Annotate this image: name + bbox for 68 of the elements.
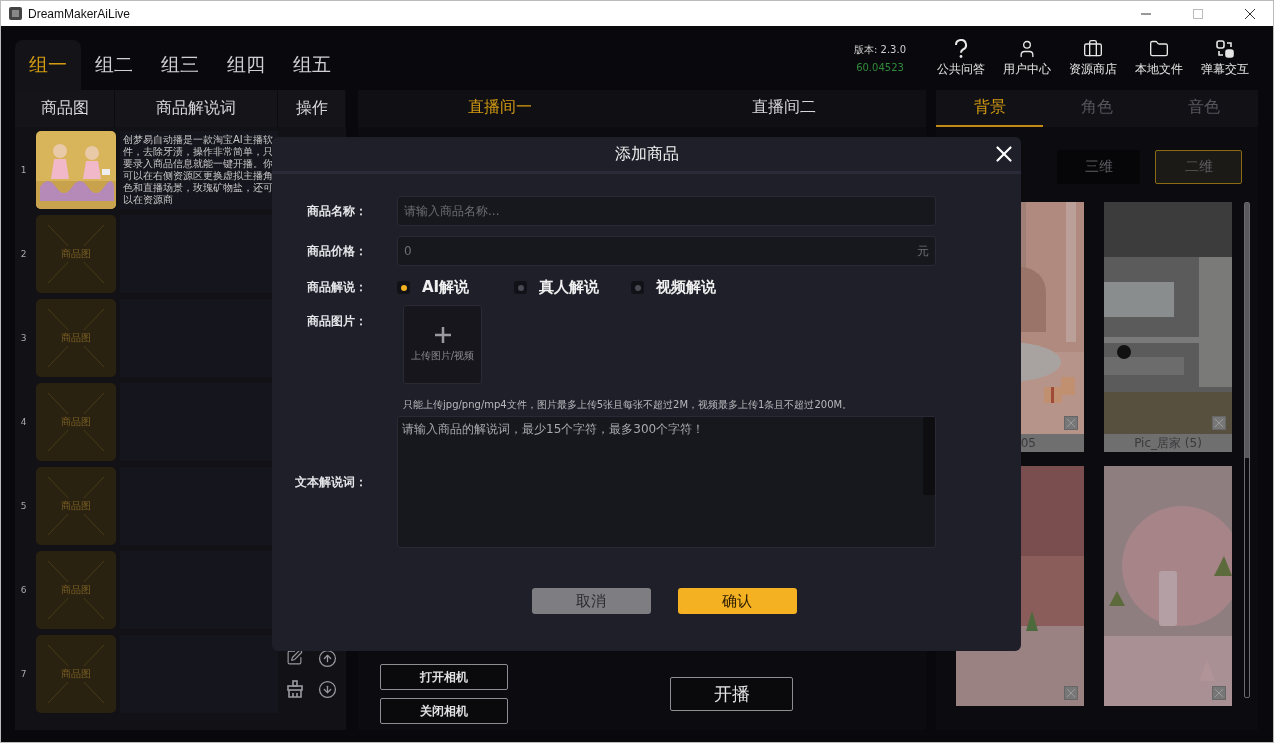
toolbar-button[interactable]: 资源商店 — [1060, 39, 1126, 77]
row-number: 6 — [19, 584, 28, 597]
placeholder-text: 商品图 — [59, 414, 93, 430]
dialog-title: 添加商品 — [614, 143, 679, 165]
name-input[interactable]: 请输入商品名称... — [404, 204, 929, 218]
radio-button[interactable] — [631, 281, 644, 294]
placeholder-text: 商品图 — [59, 246, 93, 262]
version-label: 版本: 2.3.0 — [854, 43, 906, 57]
camera-button[interactable]: 打开相机 — [380, 664, 508, 690]
swap-icon — [1215, 39, 1235, 59]
description-text: 创梦易自动播是一款淘宝AI主播软件，去除牙渍，操作非常简单，只要录入商品信息就能一键开播。你可以在右侧资源区更换虚拟主播角色和直播场景，玫瑰矿物盐，还可以在资源商 — [122, 133, 274, 206]
field-label: 商品名称： — [307, 202, 368, 220]
row-number: 3 — [19, 332, 28, 345]
group-tab[interactable]: 组三 — [147, 40, 213, 90]
start-broadcast-button[interactable]: 开播 — [670, 677, 793, 711]
placeholder-text: 商品图 — [59, 582, 93, 598]
delete-icon[interactable] — [1212, 416, 1226, 430]
group-tab[interactable]: 组四 — [213, 40, 279, 90]
room-tab[interactable]: 直播间二 — [642, 90, 926, 127]
toolbar-button[interactable]: 公共问答 — [928, 39, 994, 77]
radio-label[interactable]: 真人解说 — [539, 278, 599, 297]
toolbar-button[interactable]: 用户中心 — [994, 39, 1060, 77]
row-number: 4 — [19, 416, 28, 429]
confirm-button[interactable]: 确认 — [677, 588, 797, 614]
unit-label: 元 — [917, 242, 929, 260]
plus-icon — [434, 326, 451, 343]
row-number: 1 — [19, 164, 28, 177]
window-title: DreamMakerAiLive — [28, 6, 132, 21]
name-field[interactable]: 请输入商品名称... — [397, 196, 936, 226]
field-label: 商品解说： — [307, 279, 368, 296]
toolbar-button[interactable]: 弹幕交互 — [1192, 39, 1258, 77]
group-tab[interactable]: 组一 — [15, 40, 81, 90]
group-tab[interactable]: 组二 — [81, 40, 147, 90]
delete-icon[interactable] — [1212, 686, 1226, 700]
row-number: 5 — [19, 500, 28, 513]
question-mark-icon — [954, 39, 968, 59]
placeholder-text: 商品图 — [59, 330, 93, 346]
cancel-button[interactable]: 取消 — [531, 588, 651, 614]
close-icon[interactable] — [1245, 8, 1255, 19]
briefcase-icon — [1083, 39, 1103, 59]
field-label: 商品价格： — [307, 242, 368, 260]
price-input[interactable]: 0 — [404, 244, 917, 258]
field-label: 文本解说词： — [295, 473, 368, 491]
row-number: 2 — [19, 248, 28, 261]
camera-button[interactable]: 关闭相机 — [380, 698, 508, 724]
room-tab[interactable]: 直播间一 — [358, 90, 642, 127]
toolbar-button[interactable]: 本地文件 — [1126, 39, 1192, 77]
radio-label[interactable]: 视频解说 — [656, 278, 716, 297]
radio-button[interactable] — [397, 281, 410, 294]
scrollbar[interactable] — [1244, 202, 1250, 698]
field-label: 商品图片： — [307, 313, 368, 330]
row-number: 7 — [19, 668, 28, 681]
resource-tab[interactable]: 背景 — [936, 90, 1044, 127]
folder-icon — [1149, 39, 1169, 59]
price-field[interactable]: 0 元 — [397, 236, 936, 266]
placeholder-text: 商品图 — [59, 498, 93, 514]
delete-icon[interactable] — [1064, 416, 1078, 430]
delete-icon[interactable] — [1064, 686, 1078, 700]
radio-button[interactable] — [514, 281, 527, 294]
radio-label[interactable]: AI解说 — [422, 278, 470, 297]
upload-hint: 只能上传jpg/png/mp4文件，图片最多上传5张且每张不超过2M，视频最多上传1条且不超过200M。 — [402, 398, 854, 412]
placeholder-text: 商品图 — [59, 666, 93, 682]
scrollbar[interactable] — [923, 417, 935, 495]
app-icon — [9, 7, 22, 20]
maximize-icon[interactable] — [1193, 8, 1203, 19]
build-number: 60.04523 — [856, 62, 904, 73]
upload-button[interactable]: 上传图片/视频 — [403, 305, 482, 384]
group-tab[interactable]: 组五 — [279, 40, 345, 90]
